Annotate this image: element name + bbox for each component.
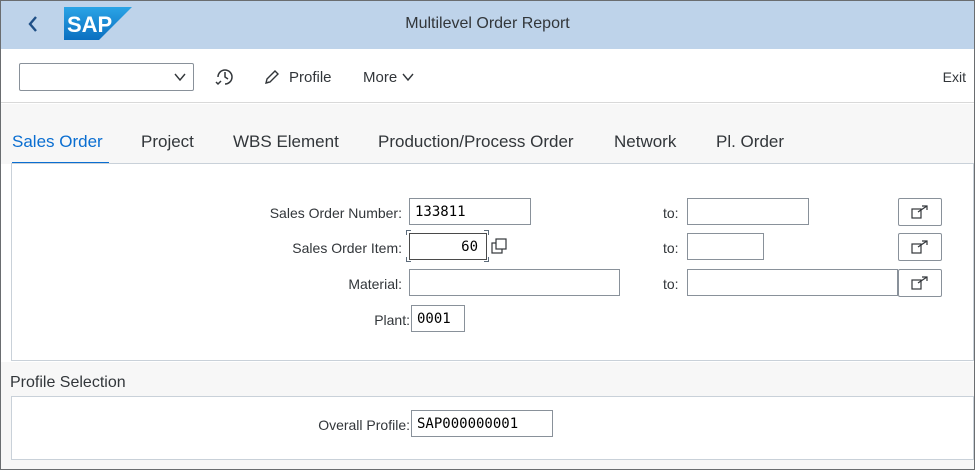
plant-field[interactable]: 0001	[411, 305, 465, 332]
history-button[interactable]	[213, 63, 237, 91]
selection-panel	[11, 163, 974, 361]
tab-production-process-order[interactable]: Production/Process Order	[378, 132, 574, 152]
profile-label: Profile	[289, 68, 332, 86]
chevron-down-icon	[174, 73, 186, 82]
multiple-selection-icon	[911, 240, 928, 254]
profile-selection-title: Profile Selection	[10, 374, 126, 391]
value-help-icon	[491, 238, 507, 254]
sales-order-item-to-field[interactable]	[687, 233, 764, 260]
tab-sales-order[interactable]: Sales Order	[12, 132, 103, 152]
sales-order-item-field[interactable]: 60	[409, 233, 487, 260]
sales-order-item-label: Sales Order Item:	[292, 240, 402, 256]
tab-project[interactable]: Project	[141, 132, 194, 152]
exit-label: Exit	[942, 69, 966, 85]
material-field[interactable]	[409, 269, 620, 296]
focus-corner-tr	[484, 230, 489, 235]
material-multiple-button[interactable]	[898, 269, 942, 297]
tab-wbs-element[interactable]: WBS Element	[233, 132, 339, 152]
tab-pl-order[interactable]: Pl. Order	[716, 132, 784, 152]
multiple-selection-icon	[911, 205, 928, 219]
history-icon	[215, 69, 233, 86]
shell-header: SAP Multilevel Order Report	[1, 1, 974, 49]
tab-network[interactable]: Network	[614, 132, 676, 152]
exit-button[interactable]: Exit	[943, 63, 966, 91]
material-to-field[interactable]	[687, 269, 898, 296]
sales-order-number-field[interactable]: 133811	[409, 198, 531, 225]
material-to-label: to:	[663, 276, 679, 292]
overall-profile-field[interactable]: SAP000000001	[411, 410, 553, 437]
toolbar: Profile More Exit	[1, 49, 974, 103]
focus-corner-tl	[406, 230, 411, 235]
variant-select[interactable]	[19, 63, 194, 91]
more-button[interactable]: More	[363, 63, 415, 91]
focus-corner-br	[484, 257, 489, 262]
tab-bar: Sales Order Project WBS Element Producti…	[1, 104, 974, 165]
overall-profile-label: Overall Profile:	[318, 417, 410, 433]
more-label: More	[363, 68, 398, 86]
sales-order-number-label: Sales Order Number:	[269, 205, 402, 221]
focus-corner-bl	[406, 257, 411, 262]
sales-order-item-multiple-button[interactable]	[898, 233, 942, 261]
sales-order-number-multiple-button[interactable]	[898, 198, 942, 226]
app-title: Multilevel Order Report	[405, 15, 570, 32]
sales-order-number-to-label: to:	[663, 205, 679, 221]
sales-order-number-to-field[interactable]	[687, 198, 809, 225]
value-help-button[interactable]	[489, 236, 509, 256]
sales-order-item-to-label: to:	[663, 240, 679, 256]
chevron-down-icon	[402, 73, 414, 82]
plant-label: Plant:	[374, 312, 410, 328]
profile-button[interactable]: Profile	[263, 63, 332, 91]
material-label: Material:	[348, 276, 402, 292]
multiple-selection-icon	[911, 276, 928, 290]
pencil-icon	[265, 70, 279, 84]
